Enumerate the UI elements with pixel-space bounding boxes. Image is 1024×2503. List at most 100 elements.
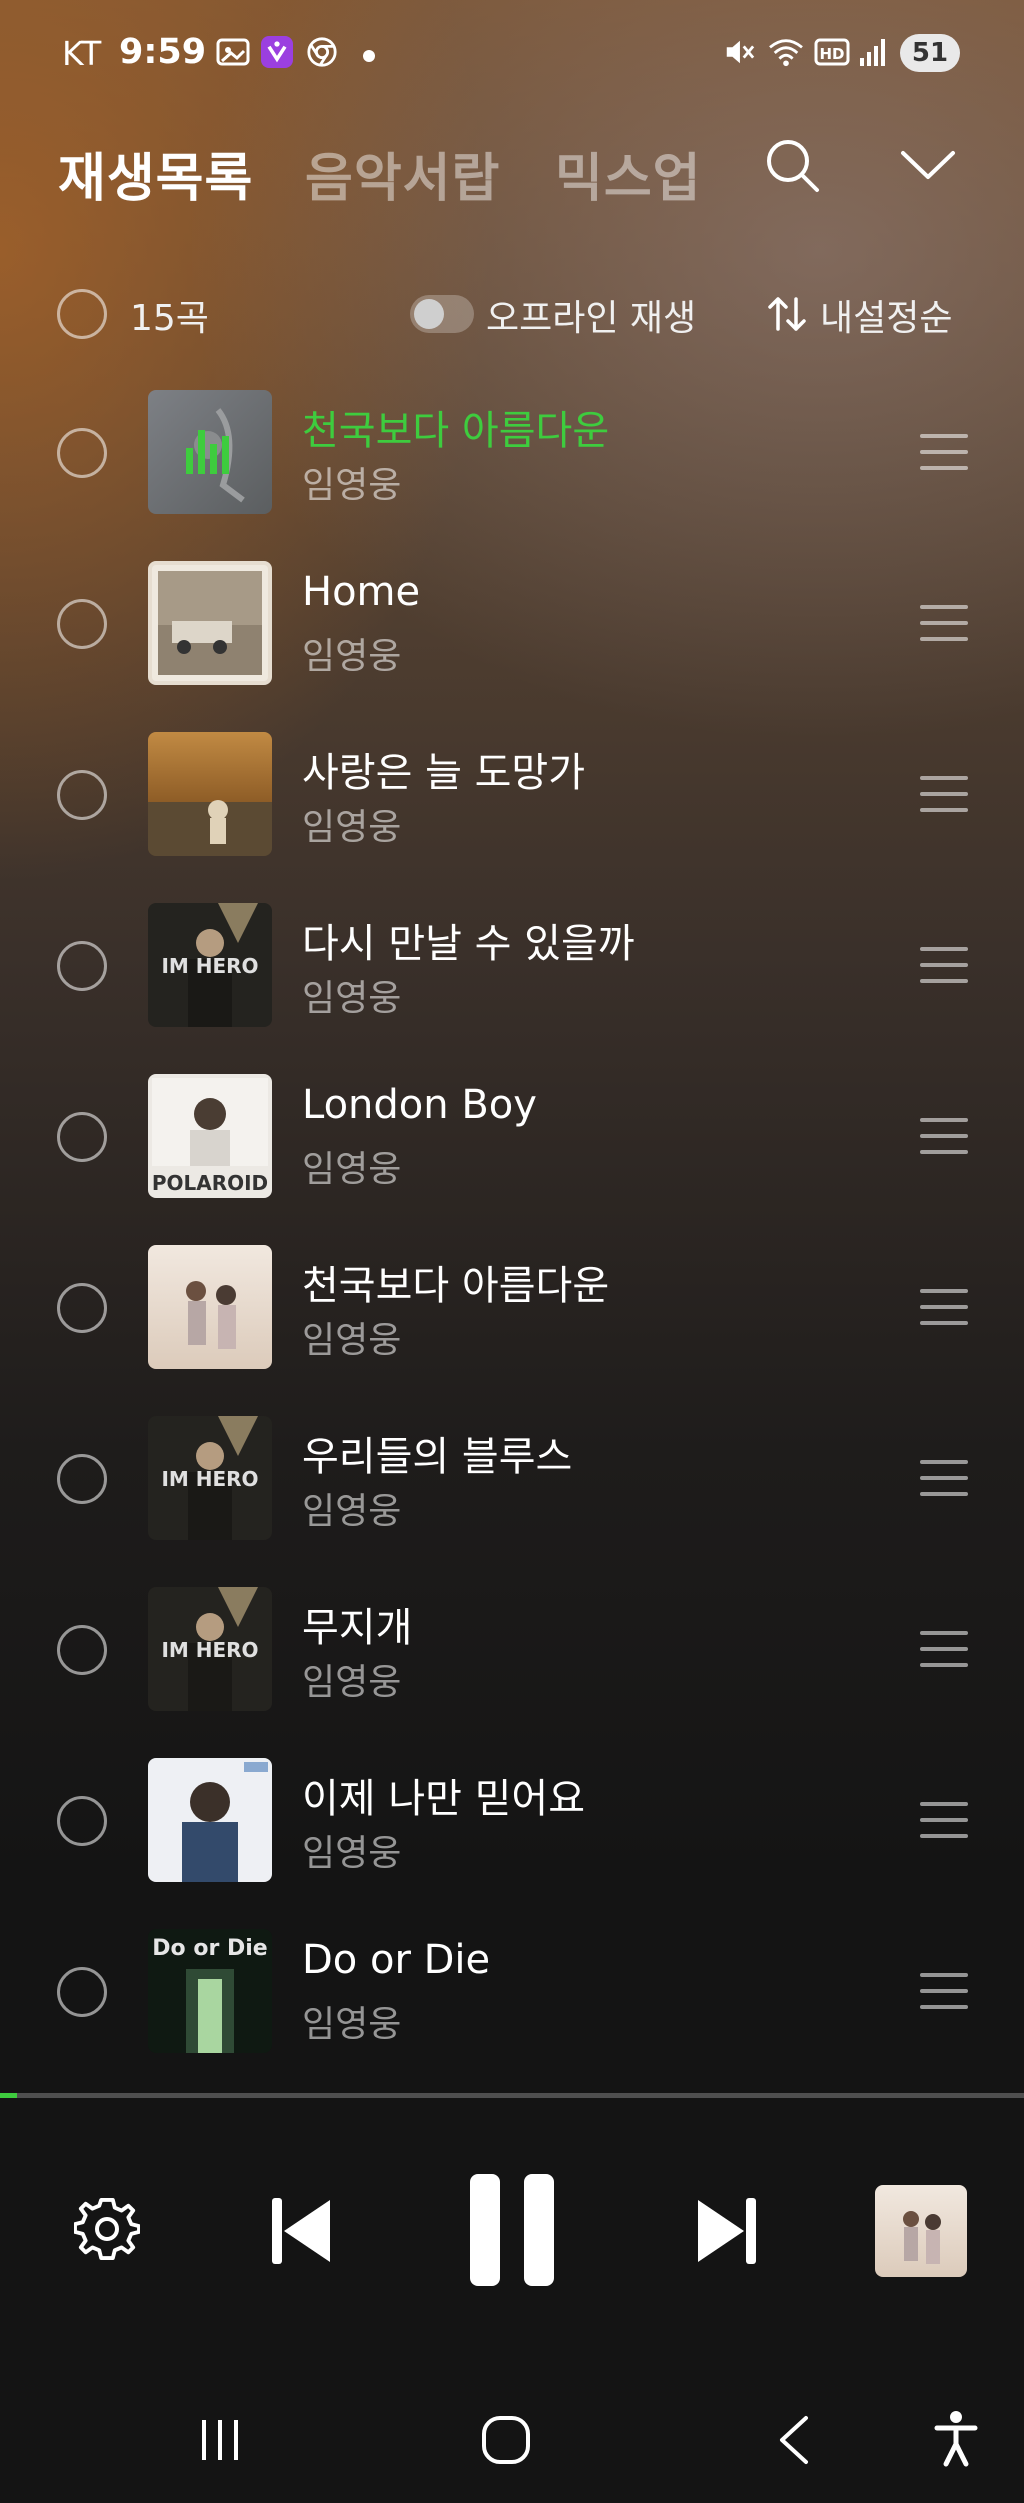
list-item[interactable]: IM HERO 다시 만날 수 있을까 임영웅	[0, 881, 1024, 1052]
song-title[interactable]: 이제 나만 믿어요	[302, 1766, 585, 1824]
drag-handle-icon[interactable]	[920, 1289, 968, 1325]
battery-level: 51	[911, 38, 949, 68]
song-artist[interactable]: 임영웅	[302, 456, 401, 508]
clock: 9:59	[119, 32, 207, 72]
list-item[interactable]: IM HERO 무지개 임영웅	[0, 1565, 1024, 1736]
gallery-icon	[216, 38, 250, 66]
album-text: IM HERO	[161, 1638, 258, 1662]
song-title[interactable]: 사랑은 늘 도망가	[302, 740, 585, 798]
song-artist[interactable]: 임영웅	[302, 1140, 401, 1192]
list-item[interactable]: 천국보다 아름다운 임영웅	[0, 1223, 1024, 1394]
song-title[interactable]: Do or Die	[302, 1937, 490, 1983]
artwork-image	[903, 2211, 941, 2264]
battery-icon: 51	[900, 34, 960, 72]
wifi-icon	[769, 39, 803, 67]
sort-label[interactable]: 내설정순	[820, 289, 952, 341]
song-title[interactable]: 우리들의 블루스	[302, 1424, 572, 1482]
drag-handle-icon[interactable]	[920, 1460, 968, 1496]
list-item[interactable]: Home 임영웅	[0, 539, 1024, 710]
drag-handle-icon[interactable]	[920, 947, 968, 983]
row-checkbox[interactable]	[57, 1112, 107, 1162]
drag-handle-icon[interactable]	[920, 1118, 968, 1154]
album-art: IM HERO	[148, 1416, 272, 1540]
album-art	[148, 732, 272, 856]
back-icon[interactable]	[774, 2414, 814, 2466]
list-item[interactable]: 천국보다 아름다운 임영웅	[0, 368, 1024, 539]
row-checkbox[interactable]	[57, 1283, 107, 1333]
artwork-image: Do or Die	[152, 1936, 268, 2053]
song-artist[interactable]: 임영웅	[302, 798, 401, 850]
playback-progress-bar[interactable]	[0, 2093, 1024, 2098]
row-checkbox[interactable]	[57, 941, 107, 991]
song-title[interactable]: London Boy	[302, 1082, 537, 1128]
app-badge-icon	[261, 36, 293, 68]
row-checkbox[interactable]	[57, 1967, 107, 2017]
drag-handle-icon[interactable]	[920, 776, 968, 812]
row-checkbox[interactable]	[57, 1625, 107, 1675]
home-icon[interactable]	[480, 2414, 532, 2466]
recents-icon[interactable]	[196, 2416, 244, 2464]
search-icon[interactable]	[762, 135, 822, 195]
next-icon[interactable]	[696, 2196, 758, 2266]
album-art	[148, 390, 272, 514]
song-title[interactable]: 다시 만날 수 있을까	[302, 911, 635, 969]
player-controls	[0, 2140, 1024, 2320]
artwork-image	[182, 1762, 268, 1882]
song-artist[interactable]: 임영웅	[302, 969, 401, 1021]
header: 재생목록 음악서랍 믹스업	[0, 120, 1024, 220]
drag-handle-icon[interactable]	[920, 1973, 968, 2009]
list-item[interactable]: IM HERO 우리들의 블루스 임영웅	[0, 1394, 1024, 1565]
song-artist[interactable]: 임영웅	[302, 1995, 401, 2047]
song-artist[interactable]: 임영웅	[302, 1311, 401, 1363]
song-count: 15곡	[130, 298, 209, 339]
chrome-icon	[307, 37, 337, 67]
album-art: IM HERO	[148, 903, 272, 1027]
album-art: IM HERO	[148, 1587, 272, 1711]
list-item[interactable]: 사랑은 늘 도망가 임영웅	[0, 710, 1024, 881]
row-checkbox[interactable]	[57, 428, 107, 478]
drag-handle-icon[interactable]	[920, 434, 968, 470]
song-list: 천국보다 아름다운 임영웅 Home 임영웅 사랑은 늘 도망가 임영웅 IM …	[0, 368, 1024, 2078]
tab-mixup[interactable]: 믹스업	[555, 136, 702, 211]
row-checkbox[interactable]	[57, 1454, 107, 1504]
row-checkbox[interactable]	[57, 1796, 107, 1846]
select-all-checkbox[interactable]	[57, 289, 107, 339]
tab-music-drawer[interactable]: 음악서랍	[305, 136, 500, 211]
album-art: Do or Die	[148, 1929, 272, 2053]
tab-playlist[interactable]: 재생목록	[58, 136, 253, 211]
accessibility-icon[interactable]	[934, 2410, 978, 2468]
row-checkbox[interactable]	[57, 599, 107, 649]
artwork-image: POLAROID	[152, 1078, 268, 1195]
toggle-knob	[414, 299, 444, 329]
drag-handle-icon[interactable]	[920, 1802, 968, 1838]
song-artist[interactable]: 임영웅	[302, 1482, 401, 1534]
song-title[interactable]: Home	[302, 569, 420, 615]
pause-icon[interactable]	[468, 2172, 556, 2288]
drag-handle-icon[interactable]	[920, 605, 968, 641]
offline-toggle[interactable]	[410, 295, 474, 333]
settings-icon[interactable]	[74, 2196, 140, 2262]
row-checkbox[interactable]	[57, 770, 107, 820]
mute-icon	[726, 40, 755, 64]
artwork-image: IM HERO	[161, 1416, 259, 1540]
list-item[interactable]: Do or Die Do or Die 임영웅	[0, 1907, 1024, 2078]
svg-text:HD: HD	[819, 45, 844, 63]
song-title[interactable]: 천국보다 아름다운	[302, 1253, 609, 1311]
song-artist[interactable]: 임영웅	[302, 1653, 401, 1705]
song-artist[interactable]: 임영웅	[302, 627, 401, 679]
song-title[interactable]: 무지개	[302, 1595, 412, 1653]
song-title[interactable]: 천국보다 아름다운	[302, 398, 609, 456]
previous-icon[interactable]	[270, 2196, 332, 2266]
list-item[interactable]: 이제 나만 믿어요 임영웅	[0, 1736, 1024, 1907]
sort-icon[interactable]	[767, 293, 807, 335]
equalizer-icon	[186, 430, 236, 474]
now-playing-album-art[interactable]	[875, 2185, 967, 2277]
offline-label[interactable]: 오프라인 재생	[486, 289, 696, 341]
album-art	[148, 1758, 272, 1882]
drag-handle-icon[interactable]	[920, 1631, 968, 1667]
song-artist[interactable]: 임영웅	[302, 1824, 401, 1876]
chevron-down-icon[interactable]	[898, 135, 958, 195]
artwork-image: IM HERO	[161, 903, 259, 1027]
list-item[interactable]: POLAROID London Boy 임영웅	[0, 1052, 1024, 1223]
system-navigation-bar	[0, 2390, 1024, 2490]
